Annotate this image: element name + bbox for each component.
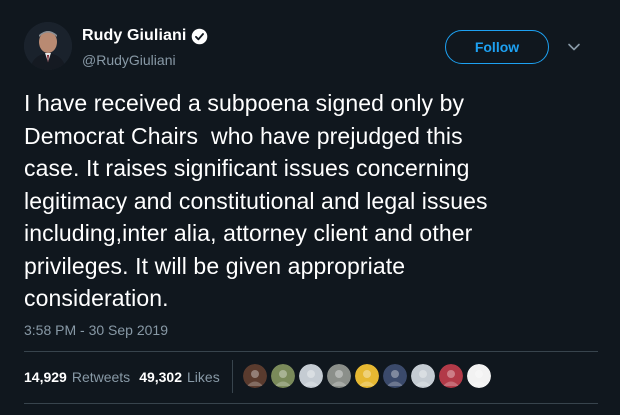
engagement-stats: 14,929 Retweets 49,302 Likes: [24, 367, 220, 387]
author-display-name[interactable]: Rudy Giuliani: [82, 26, 186, 46]
verified-badge-icon: [192, 28, 208, 44]
retweets-stat[interactable]: 14,929 Retweets: [24, 368, 130, 386]
divider: [24, 403, 598, 404]
liker-avatar-7[interactable]: [411, 364, 435, 388]
author-avatar-image: [24, 22, 72, 70]
chevron-down-icon[interactable]: [567, 40, 581, 54]
liker-avatar-1[interactable]: [243, 364, 267, 388]
retweets-count: 14,929: [24, 369, 67, 385]
liker-avatars: [243, 364, 491, 388]
author-handle[interactable]: @RudyGiuliani: [82, 51, 176, 69]
author-name-row: Rudy Giuliani: [82, 26, 208, 46]
tweet-text: I have received a subpoena signed only b…: [24, 90, 488, 311]
liker-avatar-2[interactable]: [271, 364, 295, 388]
likes-stat[interactable]: 49,302 Likes: [139, 368, 220, 386]
liker-avatar-6[interactable]: [383, 364, 407, 388]
liker-avatar-3[interactable]: [299, 364, 323, 388]
divider: [24, 351, 598, 352]
follow-button[interactable]: Follow: [445, 30, 549, 64]
retweets-label: Retweets: [71, 369, 131, 385]
tweet-card: Rudy Giuliani @RudyGiuliani Follow I hav…: [0, 0, 620, 415]
likes-label: Likes: [187, 369, 220, 385]
liker-avatar-8[interactable]: [439, 364, 463, 388]
tweet-timestamp[interactable]: 3:58 PM - 30 Sep 2019: [24, 321, 168, 339]
liker-avatar-4[interactable]: [327, 364, 351, 388]
likes-count: 49,302: [139, 369, 183, 385]
liker-avatar-9[interactable]: [467, 364, 491, 388]
stats-divider: [232, 360, 233, 393]
liker-avatar-5[interactable]: [355, 364, 379, 388]
author-avatar[interactable]: [24, 22, 72, 70]
